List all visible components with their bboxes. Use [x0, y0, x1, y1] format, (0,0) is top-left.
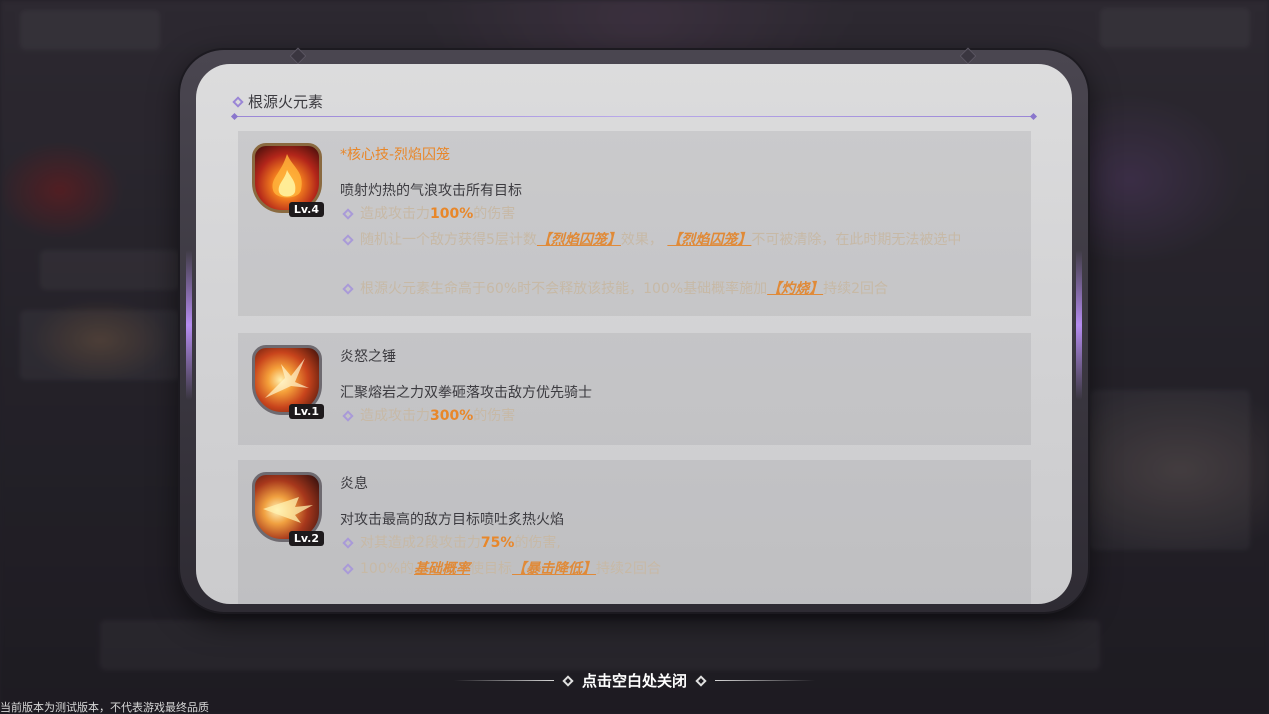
skill-description: 喷射灼热的气浪攻击所有目标: [340, 183, 522, 199]
divider-line: [453, 680, 554, 681]
diamond-bullet-icon: [342, 283, 354, 295]
diamond-icon: [695, 674, 707, 687]
effect-text: 的伤害,: [514, 535, 561, 551]
effect-text: 效果，: [620, 232, 663, 248]
status-tag-link[interactable]: 【暴击降低】: [512, 561, 596, 577]
panel-title-row: 根源火元素: [232, 91, 324, 112]
skill-icon-flame-cage: Lv.4: [252, 143, 324, 217]
skill-effect: 对其造成2段攻击力75%的伤害,: [342, 532, 1024, 555]
diamond-bullet-icon: [342, 234, 354, 246]
effect-text: 100%的: [360, 561, 415, 577]
frame-glow-right: [1076, 250, 1082, 400]
skill-card[interactable]: Lv.2 炎息 对攻击最高的敌方目标喷吐炙热火焰 对其造成2段攻击力75%的伤害…: [238, 460, 1031, 604]
effect-text: 不可被清除，在此时期无法被选中: [751, 232, 962, 248]
skill-level-badge: Lv.1: [288, 404, 324, 419]
diamond-icon: [232, 95, 244, 108]
effect-value: 75%: [480, 535, 515, 551]
skill-icon-fury-hammer: Lv.1: [252, 345, 324, 419]
diamond-bullet-icon: [342, 563, 354, 575]
skill-card-core[interactable]: Lv.4 *核心技-烈焰囚笼 喷射灼热的气浪攻击所有目标 造成攻击力100%的伤…: [238, 131, 1031, 316]
divider-line: [715, 680, 815, 681]
effect-text: 造成攻击力: [360, 408, 430, 424]
version-disclaimer: 当前版本为测试版本，不代表游戏最终品质: [0, 701, 209, 714]
effect-text: 持续2回合: [823, 281, 889, 297]
diamond-bullet-icon: [342, 208, 354, 220]
close-hint-text[interactable]: 点击空白处关闭: [582, 670, 687, 691]
frame-glow-left: [186, 250, 192, 400]
close-hint[interactable]: 点击空白处关闭: [0, 670, 1269, 691]
skill-effect: 造成攻击力300%的伤害: [342, 405, 1024, 428]
skill-description: 对攻击最高的敌方目标喷吐炙热火焰: [340, 512, 564, 528]
skill-icon-flame-breath: Lv.2: [252, 472, 324, 546]
diamond-bullet-icon: [342, 537, 354, 549]
skill-effect: 根源火元素生命高于60%时不会释放该技能，100%基础概率施加【灼烧】持续2回合: [342, 278, 1024, 301]
effect-text: 随机让一个敌方获得5层计数: [360, 232, 537, 248]
effect-text: 使目标: [470, 561, 513, 577]
effect-value: 100%: [430, 206, 474, 222]
skill-card[interactable]: Lv.1 炎怒之锤 汇聚熔岩之力双拳砸落攻击敌方优先骑士 造成攻击力300%的伤…: [238, 333, 1031, 445]
diamond-icon: [562, 674, 574, 687]
skill-effect: 随机让一个敌方获得5层计数【烈焰囚笼】效果， 【烈焰囚笼】不可被清除，在此时期无…: [342, 229, 1024, 252]
skill-effect: 100%的基础概率使目标【暴击降低】持续2回合: [342, 558, 1024, 581]
effect-text: 根源火元素生命高于60%时不会释放该技能，100%基础概率施加: [360, 281, 768, 297]
term-link[interactable]: 基础概率: [414, 561, 470, 577]
status-tag-link[interactable]: 【灼烧】: [767, 281, 823, 297]
skill-name: 炎息: [340, 476, 368, 492]
status-tag-link[interactable]: 【烈焰囚笼】: [667, 232, 751, 248]
effect-text: 对其造成2段攻击力: [360, 535, 481, 551]
effect-text: 造成攻击力: [360, 206, 430, 222]
skill-level-badge: Lv.2: [288, 531, 324, 546]
skill-effect: 造成攻击力100%的伤害: [342, 203, 1024, 226]
skill-name: 炎怒之锤: [340, 349, 396, 365]
skill-name: *核心技-烈焰囚笼: [340, 147, 451, 163]
skill-description: 汇聚熔岩之力双拳砸落攻击敌方优先骑士: [340, 385, 592, 401]
effect-text: 的伤害: [473, 408, 516, 424]
effect-text: 的伤害: [473, 206, 516, 222]
title-divider: [234, 116, 1034, 117]
effect-value: 300%: [430, 408, 474, 424]
diamond-bullet-icon: [342, 410, 354, 422]
panel-title: 根源火元素: [248, 93, 324, 111]
effect-text: 持续2回合: [596, 561, 661, 577]
skill-detail-panel: 根源火元素 Lv.4 *核心技-烈焰囚笼 喷射灼热的气浪攻击所有目标 造成攻击力…: [196, 64, 1072, 604]
status-tag-link[interactable]: 【烈焰囚笼】: [537, 232, 621, 248]
skill-level-badge: Lv.4: [288, 202, 324, 217]
